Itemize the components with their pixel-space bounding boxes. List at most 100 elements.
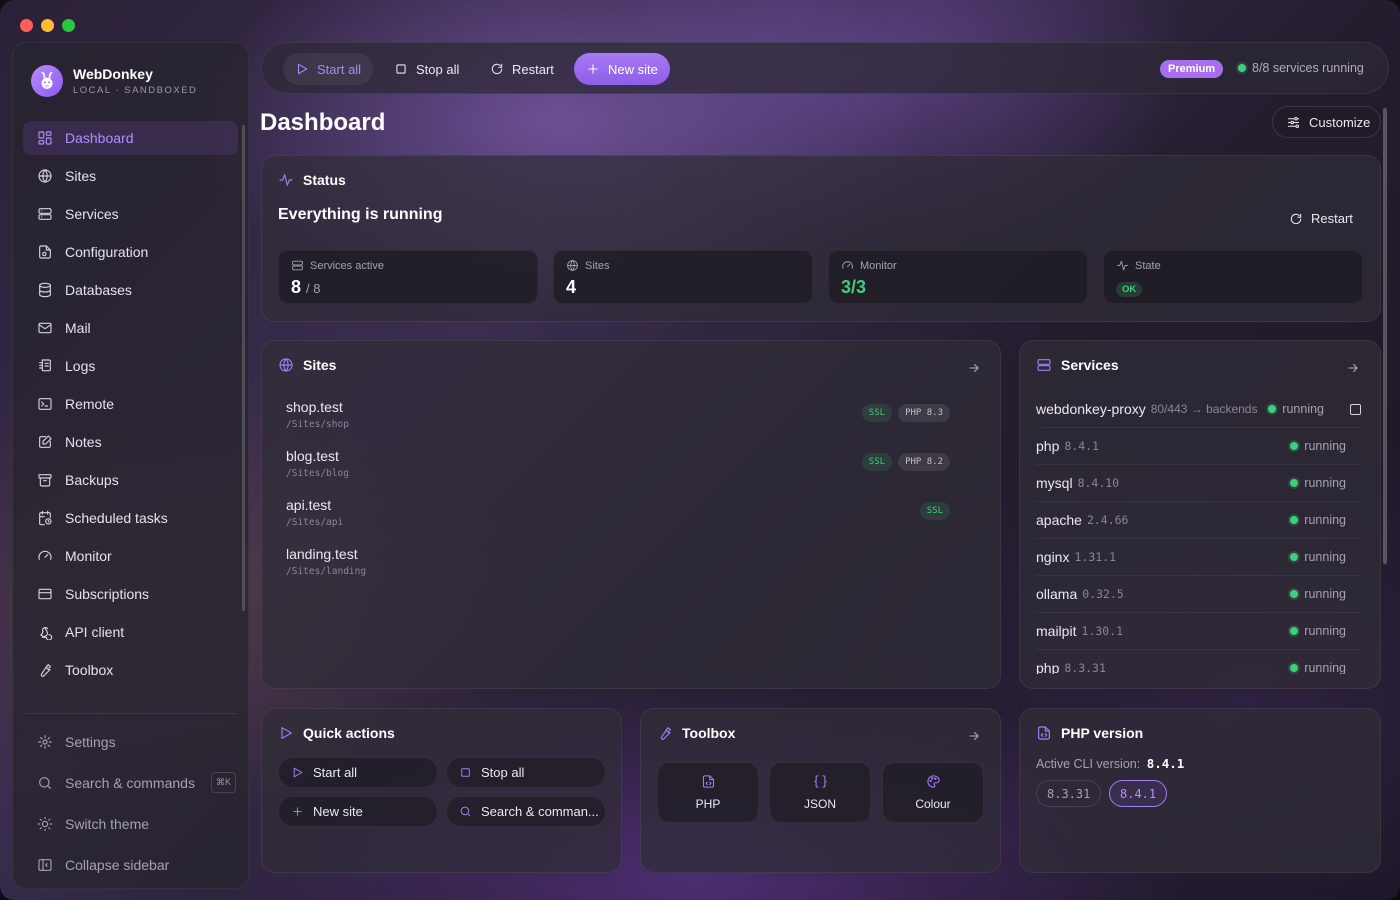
service-row[interactable]: php 8.3.31 running <box>1036 650 1362 674</box>
sidebar-item-toolbox[interactable]: Toolbox <box>23 653 238 687</box>
tool-colour-button[interactable]: Colour <box>882 762 984 823</box>
premium-badge[interactable]: Premium <box>1160 60 1224 78</box>
sidebar-item-logs[interactable]: Logs <box>23 349 238 383</box>
sidebar-item-label: Mail <box>65 320 91 336</box>
sidebar-item-api-client[interactable]: API client <box>23 615 238 649</box>
php-file-icon <box>1038 726 1050 740</box>
sidebar-item-configuration[interactable]: Configuration <box>23 235 238 269</box>
qa-start-all-label: Start all <box>313 765 358 780</box>
qa-search-label: Search & comman... <box>481 804 599 819</box>
service-row[interactable]: webdonkey-proxy 80/443 → backends runnin… <box>1036 391 1362 428</box>
sidebar-nav: Dashboard Sites Services Configuration D… <box>23 121 238 691</box>
arrow-right-icon[interactable] <box>967 729 981 743</box>
minimize-window-button[interactable] <box>41 19 54 32</box>
service-row[interactable]: apache 2.4.66 running <box>1036 502 1362 539</box>
site-row[interactable]: shop.test /Sites/shop SSL PHP 8.3 <box>286 399 950 439</box>
service-row[interactable]: php 8.4.1 running <box>1036 428 1362 465</box>
running-dot-icon <box>1290 516 1299 524</box>
sidebar-scrollbar[interactable] <box>242 125 245 611</box>
sidebar-item-subscriptions[interactable]: Subscriptions <box>23 577 238 611</box>
maximize-window-button[interactable] <box>62 19 75 32</box>
qa-stop-all-label: Stop all <box>481 765 525 780</box>
sidebar-item-label: Databases <box>65 282 132 298</box>
site-name: blog.test <box>286 448 339 464</box>
site-name: shop.test <box>286 399 343 415</box>
new-site-button[interactable]: New site <box>574 53 670 85</box>
site-tags: SSL <box>919 502 950 520</box>
stop-all-button[interactable]: Stop all <box>382 53 471 85</box>
sidebar-item-services[interactable]: Services <box>23 197 238 231</box>
service-state-text: running <box>1304 587 1346 601</box>
status-restart-button[interactable]: Restart <box>1289 211 1353 226</box>
sidebar-item-backups[interactable]: Backups <box>23 463 238 497</box>
ssl-badge: SSL <box>919 502 950 520</box>
qa-stop-all-button[interactable]: Stop all <box>446 757 606 788</box>
sites-heading-label: Sites <box>303 357 337 373</box>
sidebar-item-search[interactable]: Search & commands ⌘K <box>23 764 238 801</box>
status-title: Everything is running <box>278 206 443 223</box>
sidebar-item-scheduled-tasks[interactable]: Scheduled tasks <box>23 501 238 535</box>
sidebar-item-label: Scheduled tasks <box>65 510 168 526</box>
tool-php-button[interactable]: PHP <box>657 762 759 823</box>
sidebar-item-switch-theme[interactable]: Switch theme <box>23 805 238 842</box>
site-row[interactable]: blog.test /Sites/blog SSL PHP 8.2 <box>286 448 950 488</box>
service-row[interactable]: nginx 1.31.1 running <box>1036 539 1362 576</box>
status-heading: Status <box>278 172 346 188</box>
sidebar-item-notes[interactable]: Notes <box>23 425 238 459</box>
qa-start-all-button[interactable]: Start all <box>278 757 438 788</box>
sidebar-item-sites[interactable]: Sites <box>23 159 238 193</box>
sidebar-item-remote[interactable]: Remote <box>23 387 238 421</box>
sidebar-item-settings[interactable]: Settings <box>23 723 238 760</box>
service-name: nginx <box>1036 549 1070 565</box>
app-window: WebDonkey LOCAL · SANDBOXED Dashboard Si… <box>0 0 1400 900</box>
sidebar-item-label: Logs <box>65 358 96 374</box>
php-version-badge: PHP 8.3 <box>898 404 950 422</box>
site-row[interactable]: landing.test /Sites/landing <box>286 546 950 586</box>
braces-icon <box>813 775 827 788</box>
sidebar-item-monitor[interactable]: Monitor <box>23 539 238 573</box>
site-row[interactable]: api.test /Sites/api SSL <box>286 497 950 537</box>
arrow-right-icon[interactable] <box>967 361 981 375</box>
play-icon <box>297 63 308 75</box>
php-active-label: Active CLI version: <box>1036 757 1141 771</box>
service-state: running <box>1290 624 1346 638</box>
service-state-text: running <box>1304 439 1346 453</box>
quick-actions-heading-label: Quick actions <box>303 725 395 741</box>
php-version-option[interactable]: 8.3.31 <box>1036 780 1102 807</box>
top-toolbar: Start all Stop all Restart New site Prem… <box>261 42 1389 94</box>
sidebar-item-label: Services <box>65 206 119 222</box>
service-row[interactable]: mysql 8.4.10 running <box>1036 465 1362 502</box>
sidebar-item-databases[interactable]: Databases <box>23 273 238 307</box>
restart-icon <box>1290 213 1302 224</box>
site-tags: SSL PHP 8.2 <box>861 453 950 471</box>
sidebar-item-dashboard[interactable]: Dashboard <box>23 121 238 155</box>
tool-json-button[interactable]: JSON <box>769 762 871 823</box>
sidebar-footer: Settings Search & commands ⌘K Switch the… <box>23 723 238 887</box>
sidebar-item-mail[interactable]: Mail <box>23 311 238 345</box>
quick-actions-card: Quick actions Start all Stop all New sit… <box>261 708 622 873</box>
customize-button[interactable]: Customize <box>1272 106 1381 138</box>
toolbox-heading: Toolbox <box>657 725 735 741</box>
status-heading-label: Status <box>303 172 346 188</box>
main-scrollbar[interactable] <box>1383 108 1387 564</box>
php-version-option-selected[interactable]: 8.4.1 <box>1109 780 1168 807</box>
state-ok-badge: OK <box>1116 282 1143 297</box>
sidebar-item-label: Monitor <box>65 548 112 564</box>
start-all-button[interactable]: Start all <box>283 53 374 85</box>
qa-new-site-label: New site <box>313 804 363 819</box>
close-window-button[interactable] <box>20 19 33 32</box>
webhook-icon <box>40 626 53 640</box>
restart-button[interactable]: Restart <box>478 53 566 85</box>
sidebar-item-collapse[interactable]: Collapse sidebar <box>23 846 238 883</box>
service-row[interactable]: ollama 0.32.5 running <box>1036 576 1362 613</box>
service-row[interactable]: mailpit 1.30.1 running <box>1036 613 1362 650</box>
qa-search-button[interactable]: Search & comman... <box>446 796 606 827</box>
plus-icon <box>588 64 598 74</box>
running-dot-icon <box>1238 64 1246 72</box>
tool-label: JSON <box>803 797 836 811</box>
wrench-icon <box>660 727 671 740</box>
service-checkbox[interactable] <box>1350 403 1361 415</box>
gauge-icon <box>38 550 52 560</box>
monitor-value: 3/3 <box>841 277 867 297</box>
qa-new-site-button[interactable]: New site <box>278 796 438 827</box>
